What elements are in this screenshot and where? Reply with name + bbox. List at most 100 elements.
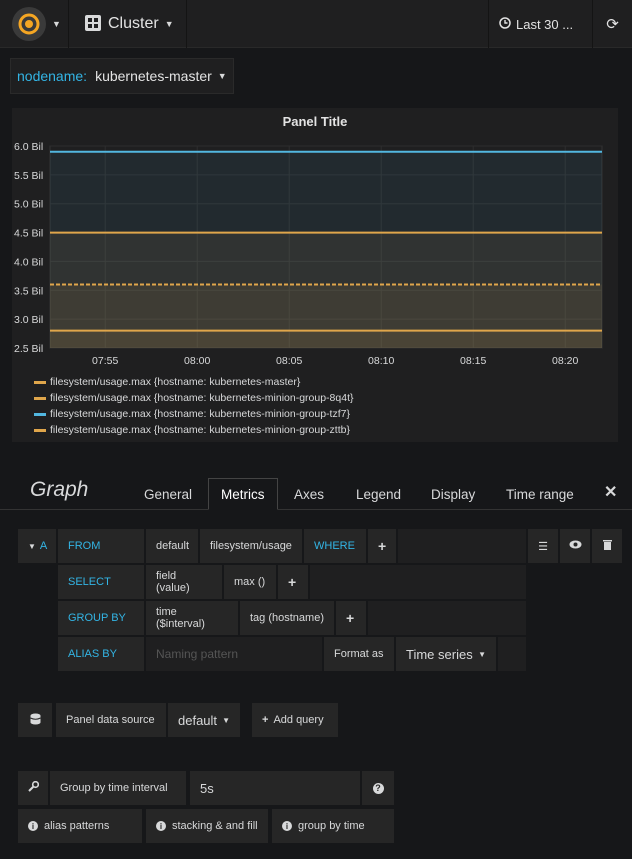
remove-query-button[interactable] [592,529,622,563]
query-ref-toggle[interactable]: ▼ A [18,529,56,563]
panel-editor: Graph General Metrics Axes Legend Displa… [0,470,632,859]
close-icon[interactable]: ✕ [604,482,617,502]
from-measurement[interactable]: filesystem/usage [200,529,302,563]
dashboard-grid-icon [84,14,102,35]
x-tick-label: 08:05 [276,355,302,367]
select-field[interactable]: field (value) [146,565,222,599]
datasource-value: default [178,712,218,728]
help-groupby-time-label: group by time [298,820,365,832]
select-function[interactable]: max () [224,565,276,599]
editor-header: Graph General Metrics Axes Legend Displa… [0,470,632,510]
tab-axes[interactable]: Axes [282,478,336,510]
datasource-label: Panel data source [56,703,166,737]
format-label: Format as [324,637,394,671]
help-groupby-time-button[interactable]: i group by time [272,809,394,843]
graph-chart: 6.0 Bil 5.5 Bil 5.0 Bil 4.5 Bil 4.0 Bil 3.5 B… [14,141,603,367]
groupby-row-filler [368,601,526,635]
aliasby-keyword: ALIAS BY [58,637,144,671]
x-tick-label: 08:15 [460,355,486,367]
grafana-logo-icon [12,7,46,41]
help-stacking-label: stacking & and fill [172,820,258,832]
from-keyword: FROM [58,529,144,563]
chevron-down-icon: ▼ [164,19,174,29]
groupby-time[interactable]: time ($interval) [146,601,238,635]
help-alias-patterns-button[interactable]: i alias patterns [18,809,142,843]
info-icon: i [282,821,292,831]
toggle-visibility-button[interactable] [560,529,590,563]
graph-panel[interactable]: Panel Title 6.0 Bil 5.5 Bil 5.0 Bil 4.5 Bil… [12,108,618,442]
y-tick-label: 4.5 Bil [14,228,43,240]
tab-display[interactable]: Display [419,478,487,510]
variable-value: kubernetes-master [95,68,212,84]
interval-icon-box [18,771,48,805]
datasource-select[interactable]: default ▼ [168,703,240,737]
y-tick-label: 4.0 Bil [14,256,43,268]
query-menu-button[interactable]: ☰ [528,529,558,563]
info-icon: i [28,821,38,831]
add-select-button[interactable]: + [278,565,308,599]
time-picker-button[interactable]: Last 30 ... [488,0,592,48]
wrench-icon [27,780,39,795]
legend-item[interactable]: filesystem/usage.max {hostname: kubernet… [34,390,354,406]
x-tick-label: 07:55 [92,355,118,367]
plus-icon: + [262,714,269,726]
legend-item[interactable]: filesystem/usage.max {hostname: kubernet… [34,374,354,390]
clock-icon [499,16,511,32]
legend-swatch [34,428,46,432]
tab-time-range[interactable]: Time range [494,478,586,510]
tab-general[interactable]: General [132,478,204,510]
x-tick-label: 08:20 [552,355,578,367]
select-row-filler [310,565,526,599]
tab-metrics[interactable]: Metrics [208,478,278,510]
chevron-down-icon: ▼ [217,71,227,81]
y-tick-label: 5.0 Bil [14,199,43,211]
alias-input[interactable]: Naming pattern [146,637,322,671]
alias-row-filler [498,637,526,671]
grafana-menu-button[interactable]: ▼ [0,0,69,48]
chevron-down-icon: ▼ [52,19,61,29]
y-tick-label: 3.0 Bil [14,314,43,326]
legend-label: filesystem/usage.max {hostname: kubernet… [50,392,354,404]
refresh-icon: ⟳ [606,16,619,33]
x-tick-label: 08:10 [368,355,394,367]
legend-item[interactable]: filesystem/usage.max {hostname: kubernet… [34,422,354,438]
where-keyword: WHERE [304,529,366,563]
interval-input[interactable]: 5s [190,771,360,805]
format-value: Time series [406,646,473,662]
refresh-button[interactable]: ⟳ [592,0,632,48]
y-tick-label: 6.0 Bil [14,141,43,153]
eye-icon [569,540,582,552]
legend-label: filesystem/usage.max {hostname: kubernet… [50,376,301,388]
interval-label: Group by time interval [50,771,186,805]
add-groupby-button[interactable]: + [336,601,366,635]
series-fill [50,284,602,348]
graph-legend: filesystem/usage.max {hostname: kubernet… [34,374,354,438]
legend-label: filesystem/usage.max {hostname: kubernet… [50,408,350,420]
template-variable-nodename[interactable]: nodename: kubernetes-master ▼ [10,58,234,94]
variable-label: nodename: [17,68,88,84]
legend-item[interactable]: filesystem/usage.max {hostname: kubernet… [34,406,354,422]
add-where-button[interactable]: + [368,529,396,563]
hamburger-icon: ☰ [538,540,548,553]
format-select[interactable]: Time series ▼ [396,637,496,671]
dashboard-title: Cluster [108,15,159,32]
tab-legend[interactable]: Legend [344,478,413,510]
add-query-button[interactable]: + Add query [252,703,338,737]
chevron-down-icon: ▼ [478,649,486,659]
dashboard-picker-button[interactable]: Cluster ▼ [70,0,187,48]
y-tick-label: 2.5 Bil [14,343,43,355]
datasource-icon-box [18,703,52,737]
help-stacking-button[interactable]: i stacking & and fill [146,809,268,843]
legend-swatch [34,396,46,400]
help-alias-patterns-label: alias patterns [44,820,110,832]
chevron-down-icon: ▼ [28,541,36,551]
interval-help-button[interactable]: ? [362,771,394,805]
select-keyword: SELECT [58,565,144,599]
legend-label: filesystem/usage.max {hostname: kubernet… [50,424,350,436]
from-row-filler [398,529,526,563]
groupby-keyword: GROUP BY [58,601,144,635]
groupby-tag[interactable]: tag (hostname) [240,601,334,635]
question-icon: ? [372,782,384,794]
legend-swatch [34,380,46,384]
from-policy[interactable]: default [146,529,198,563]
